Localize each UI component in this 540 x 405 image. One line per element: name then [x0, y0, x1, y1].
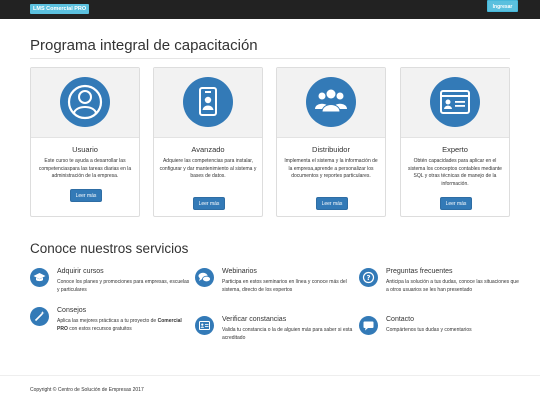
group-icon [306, 77, 356, 127]
course-card-usuario: Usuario Este curso te ayuda a desarrolla… [30, 67, 140, 217]
service-title: Adquirir cursos [57, 268, 104, 275]
graduation-cap-icon [30, 268, 49, 287]
card-description: Implementa el sistema y la información d… [284, 158, 378, 179]
card-description: Este curso te ayuda a desarrollar las co… [38, 158, 132, 179]
service-title: Preguntas frecuentes [386, 268, 453, 275]
read-more-button[interactable]: Leer más [440, 197, 472, 210]
service-text-prefix: Aplica las mejores prácticas a tu proyec… [57, 318, 158, 324]
service-title: Verificar constancias [222, 316, 287, 323]
service-description: Participa en estos seminarios en línea y… [222, 279, 347, 293]
card-header [277, 68, 385, 138]
service-text-suffix: con estos recursos gratuitos [67, 325, 132, 332]
id-card-icon [195, 316, 214, 335]
user-icon [60, 77, 110, 127]
service-title: Webinarios [222, 268, 257, 275]
card-header [31, 68, 139, 138]
service-description: Conoce los planes y promociones para emp… [57, 279, 190, 293]
magic-wand-icon [30, 307, 49, 326]
service-description: Aplica las mejores prácticas a tu proyec… [57, 318, 192, 333]
page-title: Programa integral de capacitación [30, 37, 258, 54]
card-description: Obtén capacidades para aplicar en el sis… [408, 158, 502, 187]
read-more-button[interactable]: Leer más [193, 197, 225, 210]
question-icon: ? [359, 268, 378, 287]
read-more-button[interactable]: Leer más [316, 197, 348, 210]
services-title: Conoce nuestros servicios [30, 241, 189, 256]
course-card-avanzado: Avanzado Adquiere las competencias para … [153, 67, 263, 217]
footer-copyright: Copyright © Centro de Solución de Empres… [30, 387, 144, 393]
chat-bubbles-icon [195, 268, 214, 287]
service-title: Consejos [57, 307, 87, 314]
course-card-experto: Experto Obtén capacidades para aplicar e… [400, 67, 510, 217]
brand-logo[interactable]: LMS Comercial PRO [30, 4, 90, 14]
login-button[interactable]: Ingresar [487, 0, 518, 12]
service-description: Anticipa la solución a tus dudas, conoce… [386, 279, 519, 293]
card-title: Distribuidor [312, 145, 350, 154]
id-card-icon [430, 77, 480, 127]
card-description: Adquiere las competencias para instalar,… [159, 158, 257, 179]
card-title: Avanzado [191, 145, 225, 154]
footer-divider [0, 375, 540, 376]
service-description: Compártenos tus dudas y comentarios [386, 327, 472, 333]
read-more-button[interactable]: Leer más [70, 189, 102, 202]
card-header [154, 68, 262, 138]
title-divider [30, 58, 510, 59]
comment-icon [359, 316, 378, 335]
service-title: Contacto [386, 316, 415, 323]
top-navbar: LMS Comercial PRO Ingresar [0, 0, 540, 19]
svg-text:?: ? [366, 274, 370, 282]
card-title: Usuario [72, 145, 98, 154]
card-title: Experto [442, 145, 468, 154]
card-header [401, 68, 509, 138]
service-description: Valida tu constancia o la de alguien más… [222, 327, 353, 341]
course-card-distribuidor: Distribuidor Implementa el sistema y la … [276, 67, 386, 217]
id-badge-icon [183, 77, 233, 127]
